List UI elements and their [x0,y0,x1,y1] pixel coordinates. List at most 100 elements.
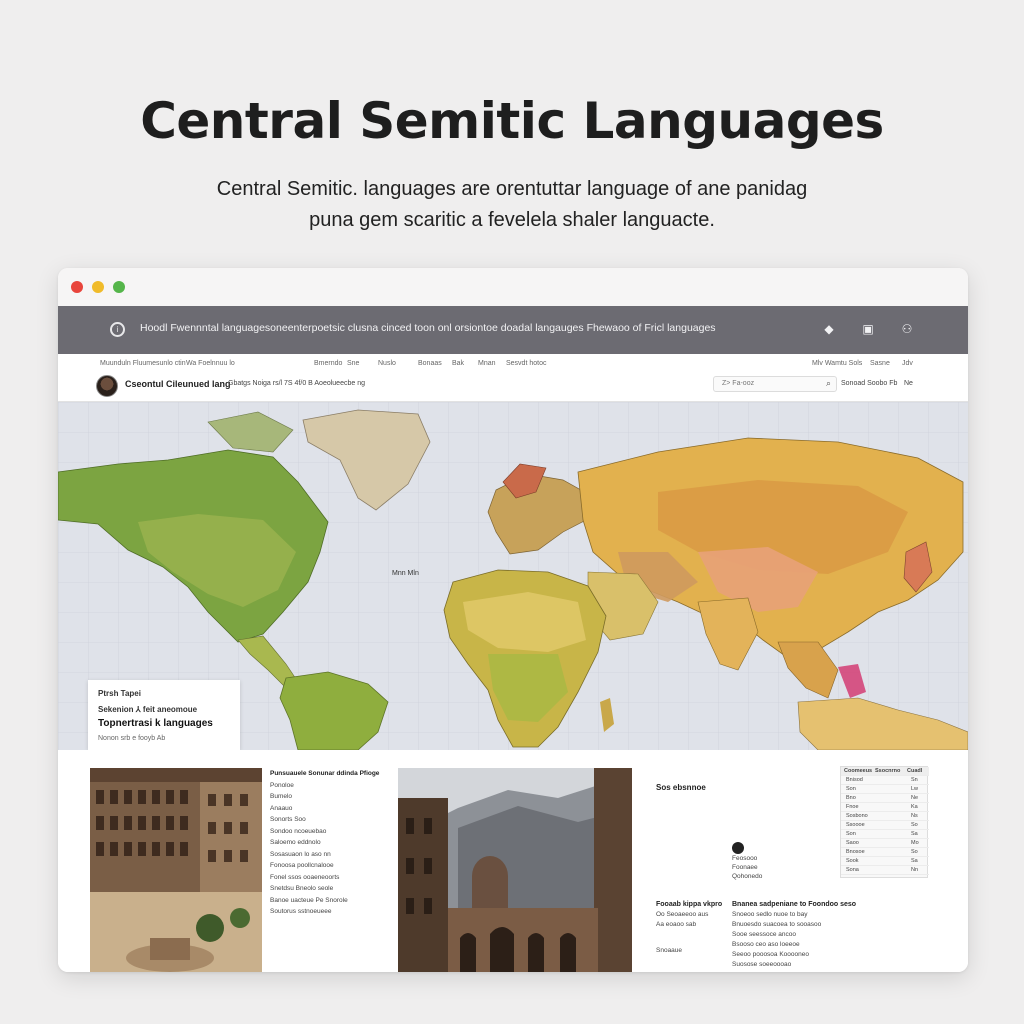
breadcrumb: Gbatgs Noiga rs/l 7S 4f/0 B Aoeolueecbe … [228,380,365,387]
table-row[interactable]: Sosbono Ns [841,812,929,821]
list-item: Sosasuaon lo aso nn [270,850,331,858]
related-details: Bnanea sadpeniane to Foondoo seso Snoeoo… [732,900,928,970]
list-item: Bumelo [270,793,293,800]
related-list: Fooaab kippa vkpro Oo Seoaeeoo aus Aa eo… [656,900,728,956]
table-cell: Bnosoe [846,849,865,855]
info-icon[interactable]: i [110,322,125,337]
table-row[interactable]: Bno Ne [841,794,929,803]
table-cell: Fnoe [846,804,859,810]
palace-photo-graphic [398,768,632,972]
map-card-line1: Ptrsh Tapei [98,689,141,698]
data-table: Coomeeus Ssocnrno Cuadl Bnisod Sn Son Lw B… [840,766,929,878]
article-column-2: Sos ebsnnoe [656,782,806,794]
list-item: Soutorus sstnoeueee [270,908,332,915]
table-cell: Mo [911,840,919,846]
top-link-3[interactable]: Bmerndo [314,360,342,367]
table-row[interactable]: Bnisod Sn [841,776,929,785]
table-cell: Sa [911,858,918,864]
author-avatar[interactable] [732,842,744,854]
table-header-cell: Ssocnrno [875,768,901,774]
table-cell: Bnisod [846,777,863,783]
top-link-11[interactable]: Sasne [870,360,890,367]
hero-title: Central Semitic Languages [140,92,884,150]
table-cell: Sona [846,867,859,873]
maximize-window-button[interactable] [113,281,125,293]
top-link-10[interactable]: Mlv Wamtu Sols [812,360,862,367]
user-icon[interactable]: ⚇ [898,320,916,338]
table-cell: Sook [846,858,859,864]
list-item[interactable]: Aa eoaoo sab [656,920,728,930]
hero-subtitle-line1: Central Semitic. languages are orentutta… [216,178,808,200]
top-link-12[interactable]: Jdv [902,360,913,367]
top-link-2[interactable]: Wa Foelnnuu lo [186,360,235,367]
table-row[interactable]: Son Sa [841,830,929,839]
table-cell: Son [846,786,856,792]
table-row[interactable]: Sook Sa [841,857,929,866]
bookmark-icon[interactable]: ◆ [820,320,838,338]
site-name[interactable]: Cseontul Cileunued lang [125,379,231,389]
details-heading[interactable]: Bnanea sadpeniane to Foondoo seso [732,900,928,910]
table-row[interactable]: Saoo Mo [841,839,929,848]
related-heading[interactable]: Fooaab kippa vkpro [656,900,728,910]
building-photo[interactable] [90,768,262,972]
nav-right-link-1[interactable]: Sonoad Soobo Fb [841,380,897,387]
top-link-9[interactable]: Sesvdt hotoc [506,360,546,367]
table-row[interactable]: Bnosoe So [841,848,929,857]
top-link-5[interactable]: Nuslo [378,360,396,367]
table-header: Coomeeus Ssocnrno Cuadl [841,767,929,776]
palace-photo[interactable] [398,768,632,972]
avatar[interactable] [96,375,118,397]
list-item[interactable]: Snoaaue [656,946,728,956]
top-link-1[interactable]: Muunduln Fluumesunlo ctin [100,360,186,367]
address-bar: i Hoodl Fwennntal languagesoneenterpoets… [58,306,968,354]
hero-subtitle-line2: puna gem scaritic a fevelela shaler lang… [309,209,715,231]
search-input[interactable]: Z> Fa-ooz ⌕ [713,376,837,392]
close-window-button[interactable] [71,281,83,293]
map-card-title: Topnertrasi k languages [98,718,213,729]
map-card-line2: Sekenion ⅄ feit aneomoue [98,705,198,714]
url-field[interactable]: Hoodl Fwennntal languagesoneenterpoetsic… [140,322,800,334]
table-cell: Ne [911,795,919,801]
tablet-icon[interactable]: ▣ [859,320,877,338]
author-line: Feosooo [732,855,758,862]
list-item: Bsooso ceo aso loeeoe [732,941,800,948]
table-row[interactable]: Sona Nn [841,866,929,875]
search-placeholder: Z> Fa-ooz [722,380,755,387]
hero-subtitle: Central Semitic. languages are orentutta… [162,174,862,236]
table-cell: So [911,849,918,855]
list-item: Suosose soeeoooao [732,961,792,968]
list-item: Seeoo pooosoa Kooooneo [732,951,809,958]
list-item: Sooe seessoce ancoo [732,931,796,938]
list-item: Anaauo [270,804,293,812]
list-item: Bnuoesdo suacoea to sooasoo [732,921,822,928]
map-info-card[interactable]: Ptrsh Tapei Sekenion ⅄ feit aneomoue Top… [88,680,240,750]
list-item[interactable]: Oo Seoaeeoo aus [656,910,728,920]
site-navbar: Muunduln Fluumesunlo ctin Wa Foelnnuu lo… [58,354,968,402]
top-link-6[interactable]: Bonaas [418,360,442,367]
minimize-window-button[interactable] [92,281,104,293]
table-cell: Nn [911,867,919,873]
table-cell: Bno [846,795,856,801]
table-cell: Saoo [846,840,859,846]
table-row[interactable]: Son Lw [841,785,929,794]
browser-window: i Hoodl Fwennntal languagesoneenterpoets… [58,268,968,972]
top-link-8[interactable]: Mnan [478,360,496,367]
article-column-1: Punsuauele Sonunar ddinda Pfioge Ponoloe… [270,768,380,918]
article-1-heading[interactable]: Punsuauele Sonunar ddinda Pfioge [270,768,380,780]
top-link-4[interactable]: Sne [347,360,359,367]
table-cell: Son [846,831,856,837]
table-row[interactable]: Fnoe Ka [841,803,929,812]
table-row[interactable]: Ssoooe So [841,821,929,830]
list-item: Fonoosa poollcnalooe [270,862,334,869]
table-cell: Lw [911,786,919,792]
article-2-heading[interactable]: Sos ebsnnoe [656,782,806,794]
table-cell: Ka [911,804,918,810]
nav-right-link-2[interactable]: Ne [904,380,913,387]
list-item: Saloemo eddnolo [270,839,321,846]
table-cell: Sn [911,777,918,783]
top-link-7[interactable]: Bak [452,360,464,367]
world-map[interactable]: Mnn Mln Ptrsh Tapei Sekenion ⅄ feit aneo… [58,402,968,750]
search-icon[interactable]: ⌕ [826,378,831,389]
table-cell: So [911,822,918,828]
list-item: Fonel ssos ooaeneoorts [270,873,340,881]
